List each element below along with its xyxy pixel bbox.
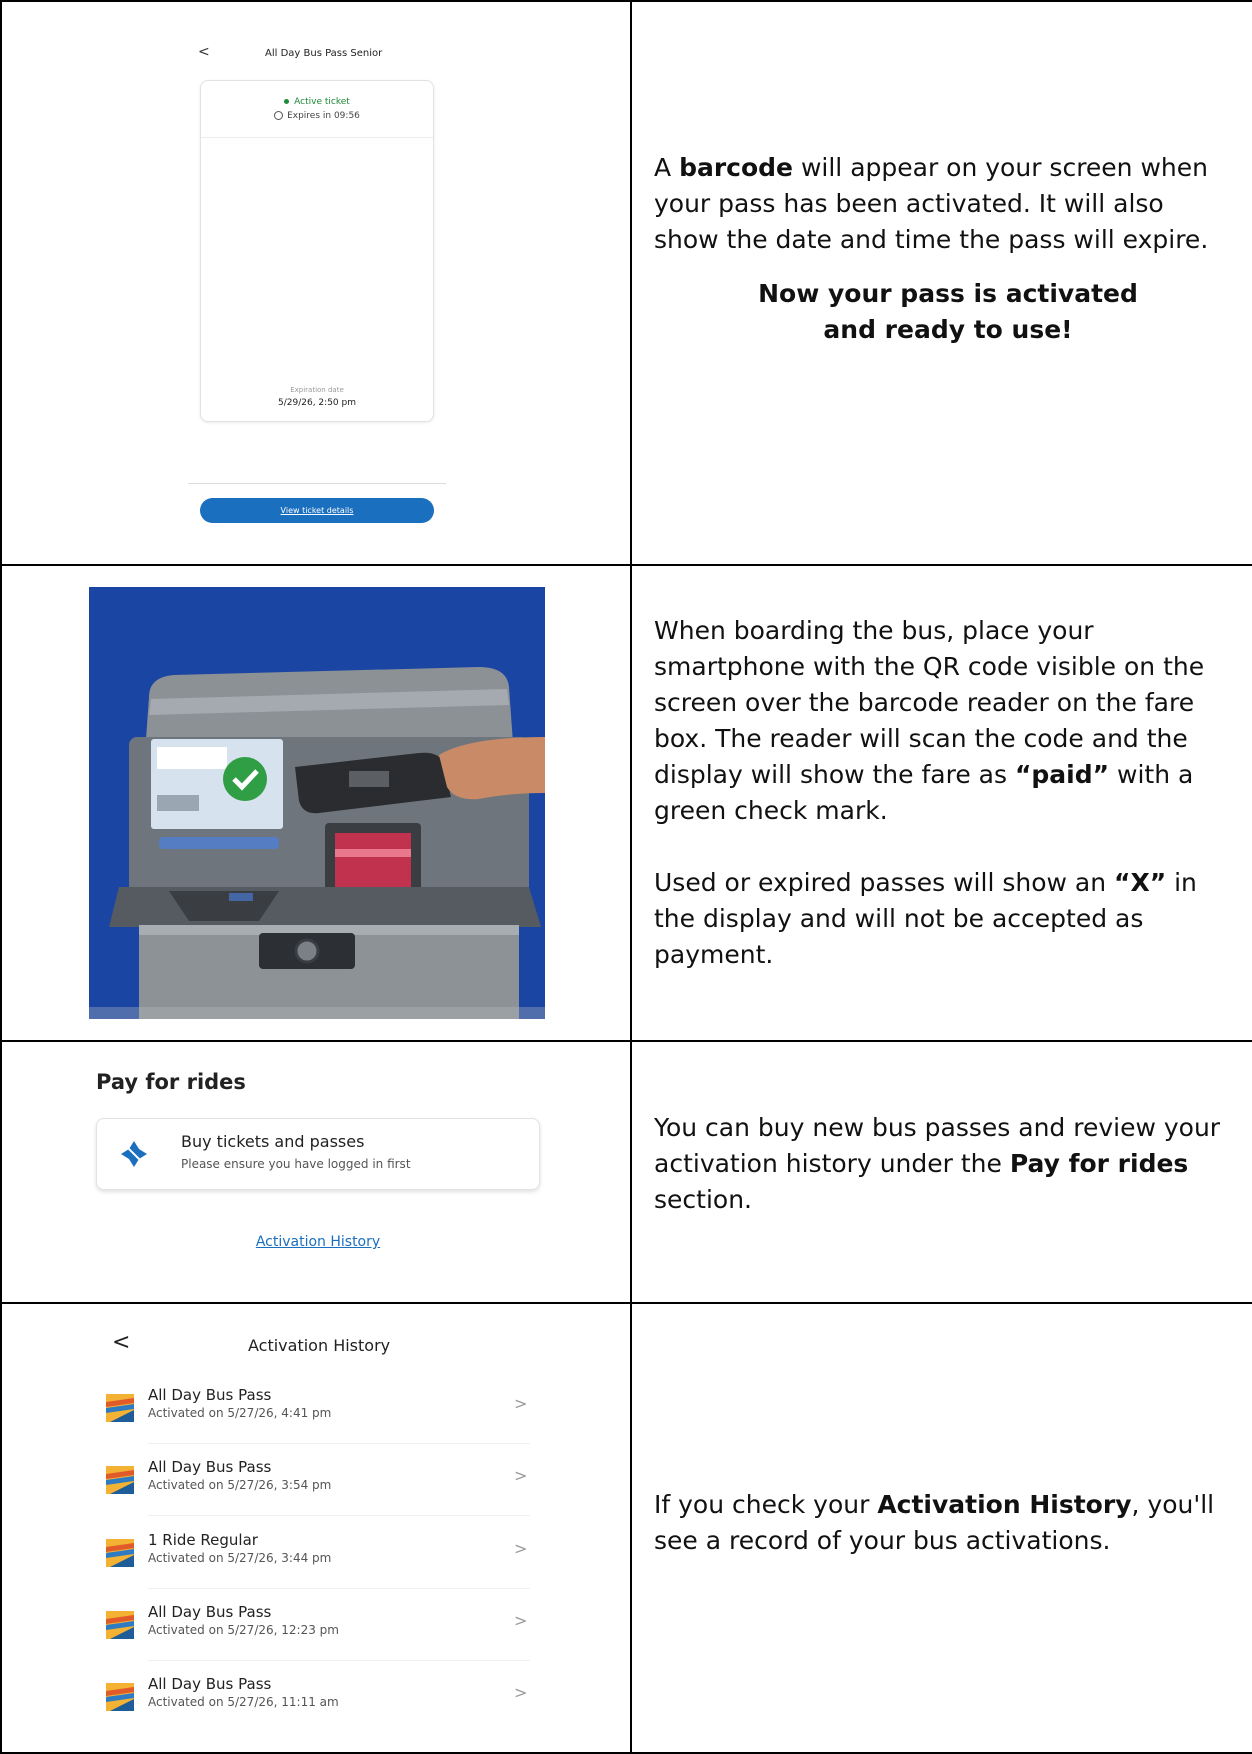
pass-name: All Day Bus Pass [148,1603,272,1621]
divider [148,1515,530,1516]
transit-logo-icon [106,1394,134,1422]
farebox-photo [89,587,545,1019]
activation-date: Activated on 5/27/26, 12:23 pm [148,1623,339,1637]
activation-date: Activated on 5/27/26, 11:11 am [148,1695,339,1709]
activation-history-paragraph: If you check your Activation History, yo… [654,1490,1215,1555]
back-icon[interactable]: < [112,1330,130,1355]
transit-logo-icon [106,1466,134,1494]
buy-tickets-title: Buy tickets and passes [181,1132,365,1151]
activation-date: Activated on 5/27/26, 3:54 pm [148,1478,332,1492]
back-icon[interactable]: < [198,44,210,60]
pass-name: 1 Ride Regular [148,1531,258,1549]
chevron-right-icon: > [514,1611,528,1630]
buy-tickets-subtitle: Please ensure you have logged in first [181,1157,411,1171]
buy-tickets-card[interactable]: Buy tickets and passes Please ensure you… [96,1118,540,1190]
pay-for-rides-heading: Pay for rides [96,1070,246,1094]
expiration-value: 5/29/26, 2:50 pm [278,398,356,408]
view-ticket-details-button[interactable]: View ticket details [200,498,434,523]
table-row-divider [0,564,1252,566]
divider [148,1660,530,1661]
activation-history-title: Activation History [248,1336,391,1355]
ticket-icon [121,1141,147,1167]
activation-date: Activated on 5/27/26, 4:41 pm [148,1406,332,1420]
pass-name: All Day Bus Pass [148,1675,272,1693]
activation-date: Activated on 5/27/26, 3:44 pm [148,1551,332,1565]
ticket-card: Active ticket Expires in 09:56 Expiratio… [200,80,434,422]
status-dot-icon [284,99,290,104]
list-item[interactable]: All Day Bus Pass Activated on 5/27/26, 1… [96,1601,530,1661]
expires-label: Expires in 09:56 [287,111,360,121]
divider [201,137,433,138]
row1-description: A barcode will appear on your screen whe… [654,150,1234,348]
farebox-illustration [89,587,545,1019]
divider [148,1443,530,1444]
chevron-right-icon: > [514,1466,528,1485]
chevron-right-icon: > [514,1539,528,1558]
pass-name: All Day Bus Pass [148,1458,272,1476]
pay-for-rides-paragraph: You can buy new bus passes and review yo… [654,1113,1221,1214]
list-item[interactable]: All Day Bus Pass Activated on 5/27/26, 1… [96,1673,530,1733]
expiration-label: Expiration date [290,386,344,394]
activation-history-link[interactable]: Activation History [96,1234,540,1250]
transit-logo-icon [106,1539,134,1567]
transit-logo-icon [106,1683,134,1711]
divider [188,483,446,484]
boarding-paragraph: When boarding the bus, place your smartp… [654,616,1205,825]
page-title: All Day Bus Pass Senior [265,48,383,59]
activated-message: Now your pass is activated and ready to u… [758,279,1138,344]
table-border-left [0,0,2,1754]
ticket-expiry-countdown: Expires in 09:56 [201,111,433,121]
clock-icon [274,111,284,120]
list-item[interactable]: 1 Ride Regular Activated on 5/27/26, 3:4… [96,1529,530,1589]
table-row-divider [0,1040,1252,1042]
table-row-divider [0,1302,1252,1304]
list-item[interactable]: All Day Bus Pass Activated on 5/27/26, 3… [96,1456,530,1516]
ticket-status: Active ticket [201,97,433,107]
table-border-top [0,0,1252,2]
row2-description: When boarding the bus, place your smartp… [654,613,1234,973]
chevron-right-icon: > [514,1394,528,1413]
expired-paragraph: Used or expired passes will show an “X” … [654,868,1197,969]
status-label: Active ticket [294,97,350,107]
list-item[interactable]: All Day Bus Pass Activated on 5/27/26, 4… [96,1384,530,1444]
transit-logo-icon [106,1611,134,1639]
row4-description: If you check your Activation History, yo… [654,1487,1234,1559]
row3-description: You can buy new bus passes and review yo… [654,1110,1234,1218]
pass-name: All Day Bus Pass [148,1386,272,1404]
chevron-right-icon: > [514,1683,528,1702]
barcode-paragraph: A barcode will appear on your screen whe… [654,153,1209,254]
table-column-divider [630,0,632,1754]
divider [148,1588,530,1589]
